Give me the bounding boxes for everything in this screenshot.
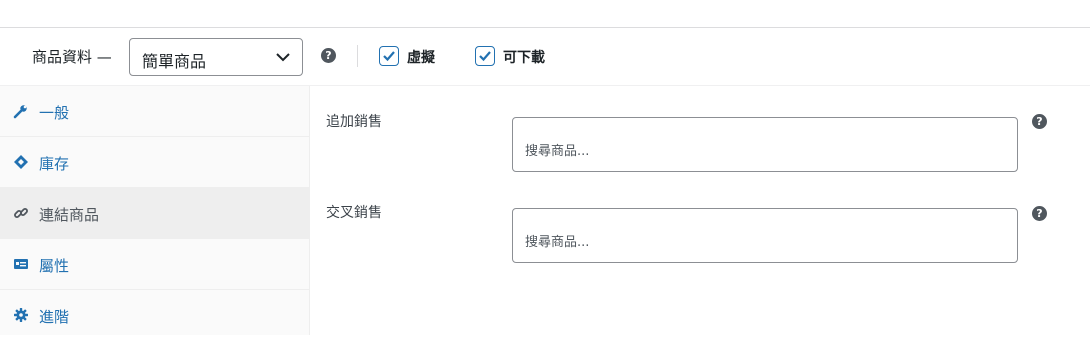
top-strip [0,0,1090,28]
tab-label: 庫存 [39,155,70,173]
tab-linked-products[interactable]: 連結商品 [0,188,310,239]
check-icon [383,51,395,62]
gear-icon [14,308,28,322]
wrench-icon [13,105,27,119]
list-card-icon [14,259,28,269]
chevron-down-icon [276,53,290,62]
question-circle-icon[interactable]: ? [321,48,336,63]
tab-label: 進階 [39,308,70,326]
cross-sells-input[interactable]: 搜尋商品... [512,208,1018,263]
link-icon [14,208,28,218]
downloadable-checkbox[interactable] [475,46,495,66]
check-icon [479,51,491,62]
tab-attributes[interactable]: 屬性 [0,239,310,290]
tab-label: 連結商品 [39,206,100,224]
question-circle-icon[interactable]: ? [1032,114,1047,129]
product-data-tabs: 一般 庫存 連結商品 屬性 進階 [0,86,310,335]
product-data-header: 商品資料 — 簡單商品 ? 虛擬 可下載 [0,28,1090,86]
virtual-checkbox[interactable] [379,46,399,66]
downloadable-label[interactable]: 可下載 [503,47,545,67]
tab-inventory[interactable]: 庫存 [0,137,310,188]
header-divider [357,45,358,67]
product-type-value: 簡單商品 [142,52,207,71]
virtual-label[interactable]: 虛擬 [407,47,435,67]
upsells-input[interactable]: 搜尋商品... [512,117,1018,172]
question-circle-icon[interactable]: ? [1032,206,1047,221]
upsells-placeholder: 搜尋商品... [525,144,590,159]
tab-label: 一般 [39,104,70,122]
upsells-label: 追加銷售 [326,114,382,130]
cross-sells-placeholder: 搜尋商品... [525,235,590,250]
product-data-title: 商品資料 — [32,48,112,66]
tab-label: 屬性 [39,257,70,275]
tag-icon [14,155,28,169]
product-type-select[interactable]: 簡單商品 [129,38,303,76]
cross-sells-label: 交叉銷售 [326,205,382,221]
tab-general[interactable]: 一般 [0,86,310,137]
tab-advanced[interactable]: 進階 [0,290,310,341]
